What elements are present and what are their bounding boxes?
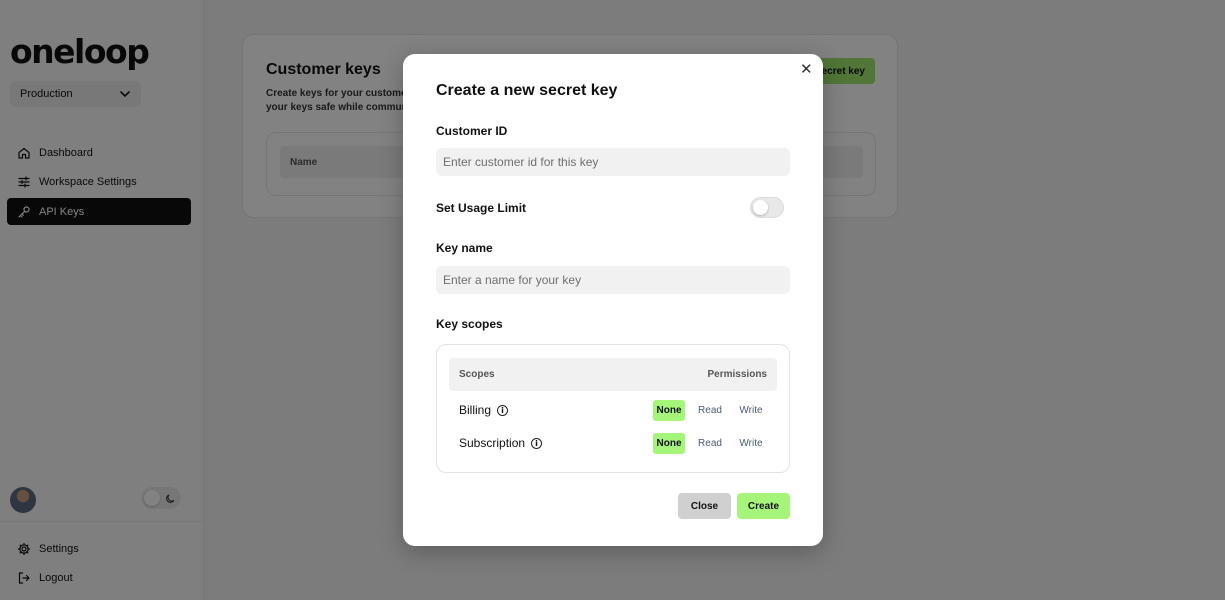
usage-limit-toggle[interactable]: [750, 197, 784, 218]
key-name-input[interactable]: [436, 266, 790, 294]
permission-none-button[interactable]: None: [653, 433, 685, 454]
dialog-title: Create a new secret key: [436, 82, 618, 99]
scope-name: Subscription i: [459, 436, 543, 450]
toggle-knob: [753, 200, 768, 215]
key-name-label: Key name: [436, 241, 493, 255]
scope-row-subscription: Subscription i None Read Write: [459, 433, 779, 455]
scope-label: Billing: [459, 403, 492, 417]
permission-write-button[interactable]: Write: [736, 433, 766, 454]
scopes-table: Scopes Permissions Billing i None Read W…: [436, 344, 790, 473]
info-icon[interactable]: i: [497, 404, 509, 416]
scope-row-billing: Billing i None Read Write: [459, 400, 779, 422]
info-icon[interactable]: i: [531, 437, 543, 449]
column-header-scopes: Scopes: [459, 369, 495, 380]
scope-name: Billing i: [459, 403, 509, 417]
usage-limit-label: Set Usage Limit: [436, 201, 527, 215]
create-secret-key-dialog: ✕ Create a new secret key Customer ID Se…: [403, 54, 823, 546]
customer-id-label: Customer ID: [436, 124, 508, 138]
permission-read-button[interactable]: Read: [696, 433, 724, 454]
scope-label: Subscription: [459, 436, 526, 450]
permission-read-button[interactable]: Read: [696, 400, 724, 421]
close-button[interactable]: Close: [678, 493, 731, 519]
column-header-permissions: Permissions: [707, 369, 767, 380]
permission-write-button[interactable]: Write: [736, 400, 766, 421]
close-icon[interactable]: ✕: [800, 62, 813, 77]
permission-none-button[interactable]: None: [653, 400, 685, 421]
customer-id-input[interactable]: [436, 148, 790, 176]
create-button[interactable]: Create: [737, 493, 790, 519]
scopes-table-header: Scopes Permissions: [449, 358, 777, 391]
key-scopes-label: Key scopes: [436, 317, 503, 331]
